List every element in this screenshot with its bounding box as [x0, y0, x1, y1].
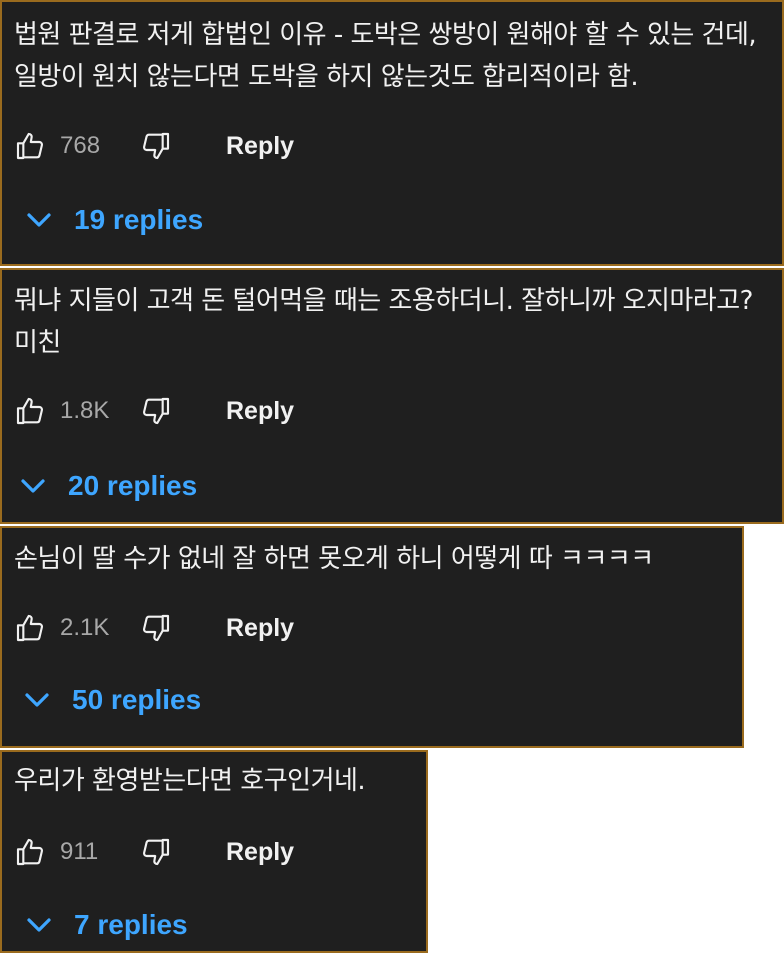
chevron-down-icon — [20, 683, 54, 717]
comment-text: 법원 판결로 저게 합법인 이유 - 도박은 쌍방이 원해야 할 수 있는 건데… — [14, 20, 764, 92]
reply-button[interactable]: Reply — [226, 132, 294, 161]
view-replies-toggle[interactable]: 20 replies — [16, 466, 197, 506]
thumbs-up-icon[interactable] — [12, 393, 48, 429]
chevron-down-icon — [22, 908, 56, 942]
thumbs-up-icon[interactable] — [12, 610, 48, 646]
chevron-down-icon — [22, 203, 56, 237]
comment-card: 법원 판결로 저게 합법인 이유 - 도박은 쌍방이 원해야 할 수 있는 건데… — [0, 0, 784, 266]
comment-text: 손님이 딸 수가 없네 잘 하면 못오게 하니 어떻게 따 ㅋㅋㅋㅋ — [14, 544, 654, 574]
thumbs-down-icon[interactable] — [138, 393, 174, 429]
reply-button[interactable]: Reply — [226, 614, 294, 643]
replies-count-label: 19 replies — [74, 204, 204, 235]
comment-text: 뭐냐 지들이 고객 돈 털어먹을 때는 조용하더니. 잘하니까 오지마라고? 미… — [14, 286, 761, 358]
view-replies-toggle[interactable]: 19 replies — [22, 200, 203, 240]
replies-count-label: 20 replies — [68, 470, 198, 501]
comment-actions: 911 Reply — [12, 832, 294, 872]
comment-card: 손님이 딸 수가 없네 잘 하면 못오게 하니 어떻게 따 ㅋㅋㅋㅋ 2.1K … — [0, 526, 744, 748]
replies-count-label: 7 replies — [74, 909, 188, 940]
thumbs-up-icon[interactable] — [12, 834, 48, 870]
thumbs-down-icon[interactable] — [138, 610, 174, 646]
comment-actions: 1.8K Reply — [12, 391, 294, 431]
comment-actions: 768 Reply — [12, 126, 294, 166]
reply-button[interactable]: Reply — [226, 838, 294, 867]
comment-card: 우리가 환영받는다면 호구인거네. 911 Reply 7 replies — [0, 750, 428, 953]
thumbs-down-icon[interactable] — [138, 128, 174, 164]
like-count: 1.8K — [60, 397, 110, 424]
like-count: 911 — [60, 838, 99, 865]
comment-actions: 2.1K Reply — [12, 608, 294, 648]
view-replies-toggle[interactable]: 7 replies — [22, 905, 188, 945]
view-replies-toggle[interactable]: 50 replies — [20, 680, 201, 720]
replies-count-label: 50 replies — [72, 684, 202, 715]
chevron-down-icon — [16, 469, 50, 503]
thumbs-up-icon[interactable] — [12, 128, 48, 164]
like-count: 2.1K — [60, 614, 110, 641]
comment-card: 뭐냐 지들이 고객 돈 털어먹을 때는 조용하더니. 잘하니까 오지마라고? 미… — [0, 268, 784, 524]
reply-button[interactable]: Reply — [226, 397, 294, 426]
thumbs-down-icon[interactable] — [138, 834, 174, 870]
comment-text: 우리가 환영받는다면 호구인거네. — [14, 766, 366, 796]
like-count: 768 — [60, 132, 101, 159]
